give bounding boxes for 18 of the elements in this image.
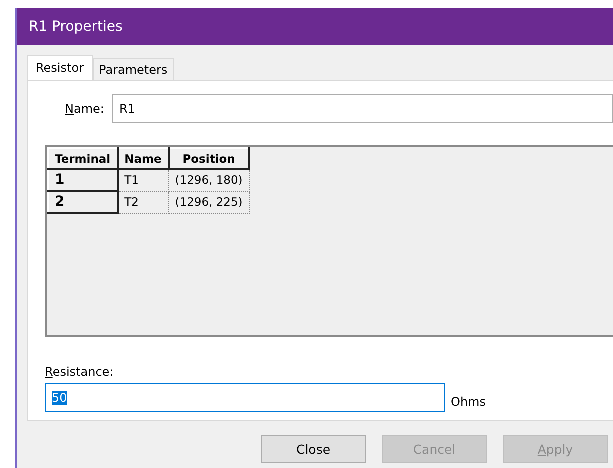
table-cell: T2 — [118, 191, 169, 213]
tab[interactable]: Parameters — [93, 58, 174, 80]
column-header[interactable]: Position — [168, 148, 250, 169]
table-cell: (1296, 180) — [168, 169, 250, 191]
table-cell: (1296, 225) — [168, 191, 250, 213]
resistance-label: Resistance: — [45, 365, 114, 379]
row-header: 2 — [48, 191, 118, 213]
column-header[interactable]: Terminal — [48, 148, 118, 169]
dialog-button[interactable]: Close — [261, 435, 366, 463]
name-field[interactable]: R1 — [112, 94, 613, 123]
unit-label: Ohms — [451, 394, 486, 408]
window-title: R1 Properties — [17, 8, 613, 45]
resistance-field[interactable]: 50 — [45, 383, 445, 412]
column-header[interactable]: Name — [118, 148, 169, 169]
table-cell: T1 — [118, 169, 169, 191]
tab[interactable]: Resistor — [27, 55, 93, 80]
row-header: 1 — [48, 169, 118, 191]
name-label: Name: — [65, 102, 104, 116]
